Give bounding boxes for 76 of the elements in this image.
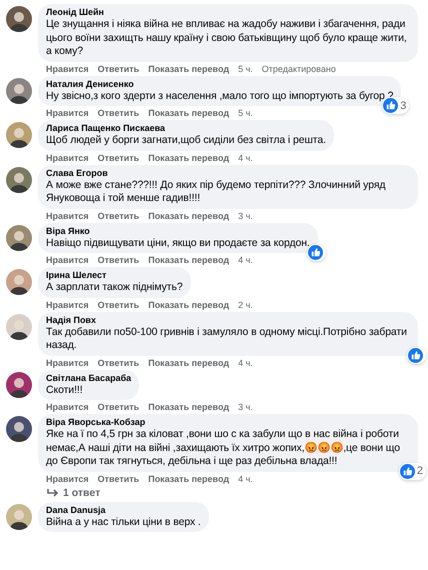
author-name[interactable]: Наталия Денисенко	[46, 78, 394, 90]
avatar[interactable]	[6, 78, 32, 104]
avatar[interactable]	[6, 224, 32, 250]
action-link[interactable]: Ответить	[98, 474, 140, 484]
avatar[interactable]	[6, 416, 32, 442]
reaction-badge[interactable]	[407, 346, 426, 364]
reaction-count: 2	[416, 465, 423, 477]
action-link[interactable]: Показать перевод	[148, 64, 230, 74]
author-name[interactable]: Леонід Шейн	[46, 7, 410, 18]
comment-text: Війна а у нас тільки ціни в верх .	[46, 516, 201, 529]
action-link[interactable]: Показать перевод	[148, 255, 230, 265]
action-link[interactable]: Ответить	[98, 210, 140, 220]
author-name[interactable]: Ірина Шелест	[46, 270, 183, 281]
comment-time[interactable]: 3 ч.	[238, 402, 253, 412]
action-link[interactable]: Ответить	[98, 108, 140, 118]
avatar[interactable]	[6, 372, 32, 398]
author-name[interactable]: Віра Янко	[46, 226, 310, 236]
action-link[interactable]: Нравится	[46, 300, 89, 310]
action-link[interactable]: Ответить	[98, 358, 140, 368]
like-icon	[408, 348, 423, 362]
action-link[interactable]: Нравится	[46, 152, 89, 162]
author-name[interactable]: Слава Егоров	[46, 168, 410, 178]
comment-time[interactable]: 4 ч.	[238, 474, 253, 484]
action-link[interactable]: Ответить	[98, 255, 140, 265]
action-link[interactable]: Нравится	[46, 108, 89, 118]
avatar[interactable]	[6, 6, 32, 32]
comment-time[interactable]: 5 ч.	[238, 108, 253, 118]
comment-text: Так добавили по50-100 гривнів і замуляло в одному місці.Потрібно забрати назад.	[46, 326, 408, 352]
comment-text: Яке на ї по 4,5 грн за кіловат ,вони шо с ка забули що в нас війна і роботи немає,А наші діти на війні ,захищають їх хитро жопих,😡😡😡,це вони що до Європи так тягнуться, дебільна і ще раз дебільна влада!!!	[46, 428, 401, 468]
action-link[interactable]: Показать перевод	[148, 402, 230, 412]
action-link[interactable]: Нравится	[46, 474, 89, 484]
action-link[interactable]: Показать перевод	[148, 358, 230, 368]
author-name[interactable]: Надія Повх	[46, 314, 410, 326]
comment-time[interactable]: 4 ч.	[238, 358, 253, 368]
like-icon	[383, 98, 398, 113]
comment-text: Щоб людей у борги загнати,щоб сиділи без світла і решта.	[46, 134, 326, 148]
replies-link[interactable]: 1 ответ	[38, 486, 418, 502]
comment-time[interactable]: 3 ч.	[238, 210, 253, 220]
author-name[interactable]: Dana Danusja	[46, 504, 201, 516]
action-link[interactable]: Ответить	[98, 300, 140, 310]
action-link[interactable]: Нравится	[46, 255, 89, 265]
like-icon	[308, 245, 323, 260]
like-icon	[400, 464, 415, 478]
edited-label: Отредактировано	[262, 64, 336, 74]
action-link[interactable]: Показать перевод	[148, 474, 230, 484]
action-link[interactable]: Нравится	[46, 358, 89, 368]
comment-text: А зарплати також піднімуть?	[46, 281, 183, 294]
reaction-count: 3	[400, 100, 406, 112]
comment-time[interactable]: 4 ч.	[238, 255, 253, 265]
action-link[interactable]: Показать перевод	[148, 108, 230, 118]
comment-text: А може вже стане???!!! До яких пір будемо терпіти??? Злочинний уряд Януковоща і той менше гадив!!!!	[46, 178, 386, 206]
comment-time[interactable]: 2 ч.	[238, 300, 253, 310]
action-link[interactable]: Ответить	[98, 152, 140, 162]
comment-time[interactable]: 5 ч.	[238, 64, 253, 74]
comment-text: Навіщо підвищувати ціни, якщо ви продаєте за кордон.	[46, 236, 310, 250]
avatar[interactable]	[6, 314, 32, 340]
comment-time[interactable]: 4 ч.	[238, 152, 253, 162]
avatar[interactable]	[6, 166, 32, 192]
action-link[interactable]: Показать перевод	[148, 300, 230, 310]
action-link[interactable]: Ответить	[98, 402, 140, 412]
comment-text: Це знущання і ніяка війна не впливає на жадобу наживи і збагачення, ради цього воїни захищть нашу країну і свою батьківщину щоб було краще жити, а кому?	[46, 18, 408, 58]
comment-text: Скоти!!!	[46, 384, 84, 397]
action-link[interactable]: Нравится	[46, 210, 89, 220]
action-link[interactable]: Показать перевод	[148, 210, 230, 220]
action-link[interactable]: Нравится	[46, 402, 89, 412]
avatar[interactable]	[6, 122, 32, 148]
avatar[interactable]	[6, 269, 32, 295]
author-name[interactable]: Лариса Пащенко Пискаева	[46, 123, 326, 134]
reply-arrow-icon	[47, 488, 59, 498]
action-link[interactable]: Нравится	[46, 64, 89, 74]
reaction-badge[interactable]: 2	[398, 462, 426, 480]
author-name[interactable]: Віра Яворська-Кобзар	[46, 417, 410, 428]
author-name[interactable]: Світлана Басараба	[46, 372, 132, 384]
avatar[interactable]	[6, 504, 32, 530]
action-link[interactable]: Показать перевод	[148, 152, 230, 162]
action-link[interactable]: Ответить	[98, 64, 140, 74]
